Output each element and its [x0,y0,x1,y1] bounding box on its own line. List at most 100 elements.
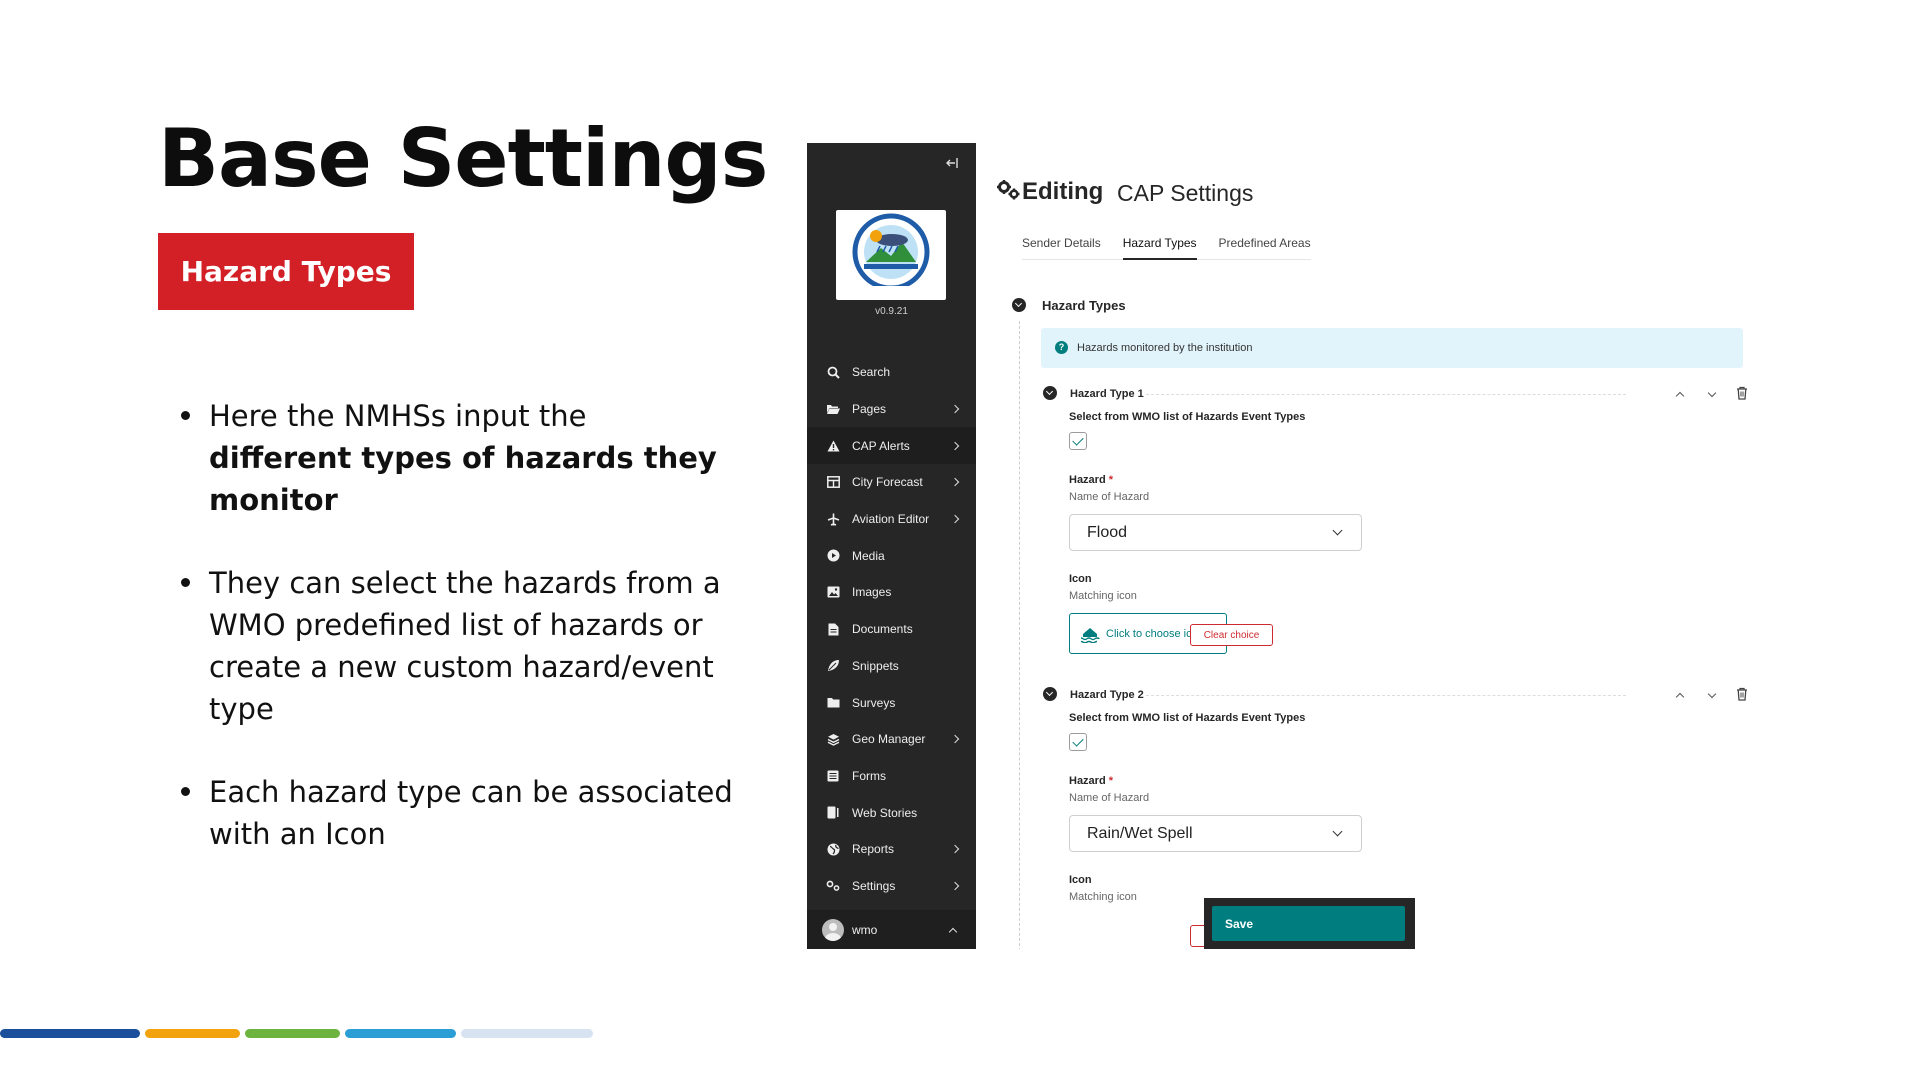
wmo-list-checkbox[interactable] [1069,432,1087,450]
sidebar-item-label: Media [852,548,885,563]
collapse-sidebar-button[interactable] [940,153,964,177]
globe-icon [826,842,840,856]
bullet-text: They can select the hazards from a WMO p… [209,566,721,726]
sidebar-item-forms[interactable]: Forms [807,758,976,795]
sidebar-item-surveys[interactable]: Surveys [807,684,976,721]
divider [1146,394,1626,395]
move-up-button[interactable] [1672,687,1688,703]
tab-predefined-areas[interactable]: Predefined Areas [1219,236,1311,259]
section-collapse-toggle[interactable] [1012,298,1026,312]
tab-bar: Sender Details Hazard Types Predefined A… [1022,236,1311,260]
hazard-field-help: Name of Hazard [1069,491,1150,503]
sidebar-item-settings[interactable]: Settings [807,868,976,905]
sidebar-item-label: Surveys [852,695,896,710]
footer-color-bar [345,1029,456,1038]
sidebar-item-label: CAP Alerts [852,438,910,453]
sidebar-item-label: City Forecast [852,475,923,490]
help-banner: ? Hazards monitored by the institution [1041,328,1743,368]
chevron-down-icon [1332,826,1343,837]
footer-color-bar [461,1029,593,1038]
sidebar-item-label: Aviation Editor [852,512,930,527]
section-guide-line [1019,321,1020,949]
sidebar-item-pages[interactable]: Pages [807,391,976,428]
sidebar-item-geo-manager[interactable]: Geo Manager [807,721,976,758]
tab-hazard-types[interactable]: Hazard Types [1122,236,1197,260]
sidebar-item-label: Reports [852,842,895,857]
hazard-select-value: Rain/Wet Spell [1087,824,1193,842]
clear-choice-button[interactable]: Clear choice [1190,624,1273,646]
bullet-text: Each hazard type can be associated with … [209,775,733,851]
hazard-select[interactable]: Rain/Wet Spell [1069,815,1362,852]
hazard-type-title: Hazard Type 2 [1070,689,1144,701]
avatar [822,918,844,941]
sidebar-item-aviation-editor[interactable]: Aviation Editor [807,501,976,538]
sidebar-item-documents[interactable]: Documents [807,611,976,648]
sidebar-item-city-forecast[interactable]: City Forecast [807,464,976,501]
delete-button[interactable] [1734,385,1750,401]
hazard-field-help: Name of Hazard [1069,792,1150,804]
layers-icon [826,732,840,746]
sidebar-item-label: Documents [852,622,913,637]
institute-logo-icon [852,213,930,292]
move-up-button[interactable] [1672,386,1688,402]
sidebar-nav: Search Pages CAP Alerts City Forecast Av… [807,354,976,904]
slide-title: Base Settings [158,112,768,205]
chevron-right-icon [950,734,960,744]
footer-color-bar [145,1029,240,1038]
section-tag: Hazard Types [158,233,414,310]
trash-icon [1737,687,1747,701]
cogs-icon [996,179,1020,206]
image-icon [826,585,840,599]
main-content: Editing CAP Settings Sender Details Haza… [976,143,1765,949]
footer-color-bar [0,1029,140,1038]
bullet-text: Here the NMHSs input the [209,399,587,433]
hazard-select-value: Flood [1087,523,1128,541]
hazard-type-collapse-toggle[interactable] [1043,386,1057,400]
flood-icon [1080,625,1100,643]
bullet-item: Each hazard type can be associated with … [178,771,738,855]
document-icon [826,622,840,636]
cogs-icon [826,879,840,893]
user-menu[interactable]: wmo [807,910,976,949]
hazard-select[interactable]: Flood [1069,514,1362,551]
move-down-button[interactable] [1704,687,1720,703]
hazard-type-collapse-toggle[interactable] [1043,687,1057,701]
wmo-list-label: Select from WMO list of Hazards Event Ty… [1069,411,1306,423]
sidebar-item-snippets[interactable]: Snippets [807,648,976,685]
chevron-right-icon [950,404,960,414]
save-button[interactable]: Save [1212,906,1405,941]
bullet-item: Here the NMHSs input the different types… [178,395,738,521]
sidebar-item-images[interactable]: Images [807,574,976,611]
chevron-right-icon [950,881,960,891]
wmo-list-checkbox[interactable] [1069,733,1087,751]
move-down-button[interactable] [1704,386,1720,402]
chevron-right-icon [950,441,960,450]
hazard-field-label: Hazard * [1069,474,1113,486]
page-title-prefix: Editing [1022,178,1104,205]
table-icon [826,475,840,489]
sidebar-item-web-stories[interactable]: Web Stories [807,794,976,831]
app-screenshot: v0.9.21 Search Pages CAP Alerts City For… [807,143,1765,949]
sidebar-item-reports[interactable]: Reports [807,831,976,868]
help-icon: ? [1055,340,1068,354]
snippet-icon [826,659,840,673]
sidebar-item-label: Forms [852,768,886,783]
help-text: Hazards monitored by the institution [1077,342,1253,354]
logo [836,210,946,300]
tab-sender-details[interactable]: Sender Details [1022,236,1101,259]
bullet-item: They can select the hazards from a WMO p… [178,562,738,730]
sidebar-item-media[interactable]: Media [807,537,976,574]
form-icon [826,769,840,783]
sidebar-item-search[interactable]: Search [807,354,976,391]
bullet-bold-text: different types of hazards they monitor [209,441,717,517]
sidebar-item-label: Settings [852,878,896,893]
collapse-arrow-icon [946,158,958,168]
section-title: Hazard Types [1042,298,1126,313]
sidebar-item-label: Snippets [852,658,899,673]
search-icon [826,365,840,379]
delete-button[interactable] [1734,686,1750,702]
username: wmo [852,922,878,937]
sidebar-item-label: Pages [852,402,887,417]
sidebar-item-cap-alerts[interactable]: CAP Alerts [807,427,976,465]
chevron-up-icon [948,927,958,937]
